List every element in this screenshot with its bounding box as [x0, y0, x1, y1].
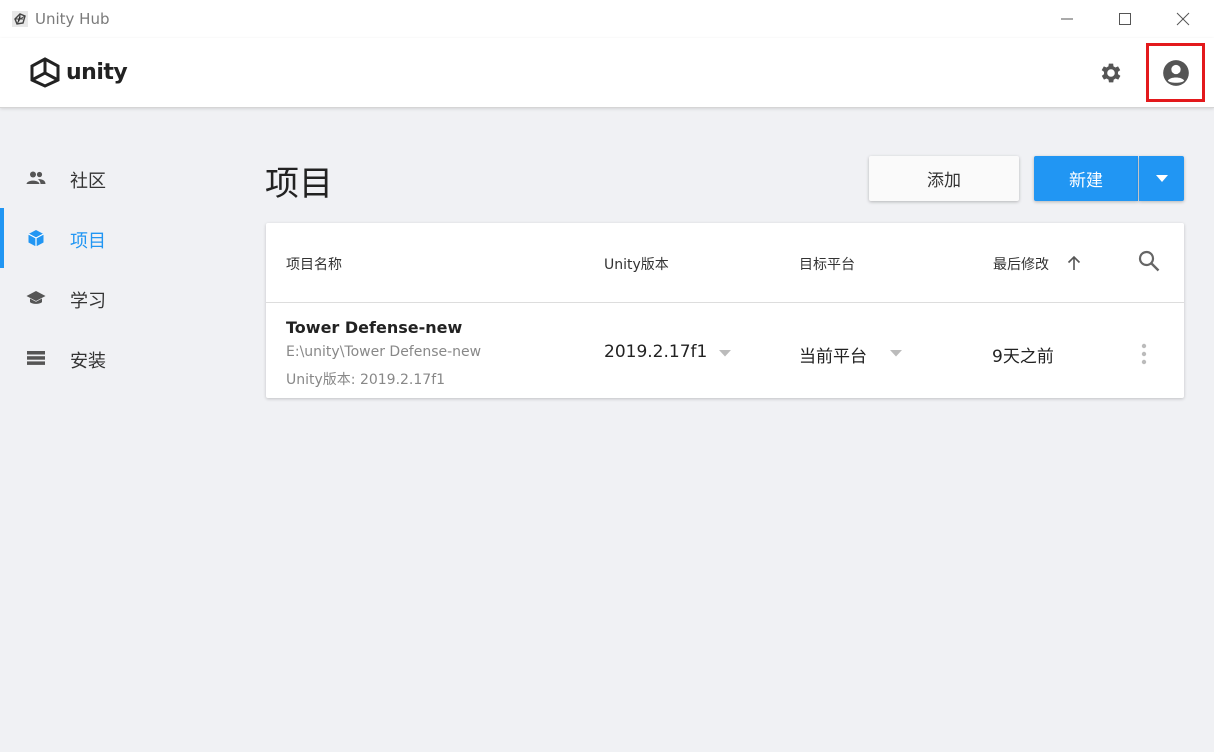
table-header: 项目名称 Unity版本 目标平台 最后修改	[266, 223, 1184, 303]
column-header-version[interactable]: Unity版本	[604, 254, 669, 274]
page-title: 项目	[265, 164, 333, 204]
caret-down-icon	[1155, 174, 1168, 182]
close-icon	[1176, 12, 1190, 26]
column-header-platform[interactable]: 目标平台	[799, 254, 855, 274]
sidebar-item-label: 项目	[70, 231, 106, 252]
new-project-button[interactable]: 新建	[1034, 156, 1138, 201]
sidebar-item-label: 安装	[70, 351, 106, 372]
table-row[interactable]: Tower Defense-new E:\unity\Tower Defense…	[266, 304, 1184, 398]
minimize-button[interactable]	[1038, 0, 1096, 38]
gear-icon	[1101, 63, 1121, 83]
maximize-button[interactable]	[1096, 0, 1154, 38]
more-vertical-icon[interactable]	[1141, 343, 1147, 365]
caret-down-icon[interactable]	[890, 350, 902, 357]
maximize-icon	[1119, 13, 1131, 25]
sidebar-item-projects[interactable]: 项目	[0, 208, 228, 268]
sidebar-item-label: 社区	[70, 171, 106, 192]
sidebar-item-community[interactable]: 社区	[0, 148, 228, 208]
add-button[interactable]: 添加	[869, 156, 1019, 201]
sort-ascending-icon[interactable]	[1067, 255, 1081, 271]
sidebar-item-label: 学习	[70, 291, 106, 312]
minimize-icon	[1061, 18, 1073, 20]
version-select[interactable]: 2019.2.17f1	[604, 342, 707, 362]
cube-icon	[26, 228, 46, 248]
sidebar-item-installs[interactable]: 安装	[0, 328, 228, 388]
account-highlight-box	[1146, 43, 1205, 102]
project-name: Tower Defense-new	[286, 318, 463, 337]
settings-button[interactable]	[1091, 53, 1131, 93]
sidebar-item-learn[interactable]: 学习	[0, 268, 228, 328]
graduation-cap-icon	[26, 288, 46, 308]
app-header: unity	[0, 38, 1214, 108]
new-project-dropdown-button[interactable]	[1139, 156, 1184, 201]
project-path: E:\unity\Tower Defense-new	[286, 344, 482, 360]
people-icon	[26, 168, 46, 188]
project-unity-version-line: Unity版本: 2019.2.17f1	[286, 372, 446, 388]
unity-logo-icon	[30, 57, 60, 88]
sidebar: 社区 项目 学习 安装	[0, 148, 228, 388]
unity-app-icon	[12, 11, 28, 27]
window-title: Unity Hub	[35, 10, 110, 28]
logo-text: unity	[66, 59, 128, 85]
column-header-modified[interactable]: 最后修改	[993, 254, 1049, 274]
close-button[interactable]	[1154, 0, 1212, 38]
column-header-name[interactable]: 项目名称	[286, 254, 342, 274]
caret-down-icon[interactable]	[719, 350, 731, 357]
last-modified: 9天之前	[992, 347, 1054, 367]
unity-logo: unity	[29, 56, 128, 88]
title-bar: Unity Hub	[0, 0, 1214, 38]
search-icon[interactable]	[1137, 249, 1161, 273]
projects-table: 项目名称 Unity版本 目标平台 最后修改 Tower Defense-new…	[266, 223, 1184, 398]
list-icon	[26, 348, 46, 368]
platform-select[interactable]: 当前平台	[799, 342, 867, 367]
